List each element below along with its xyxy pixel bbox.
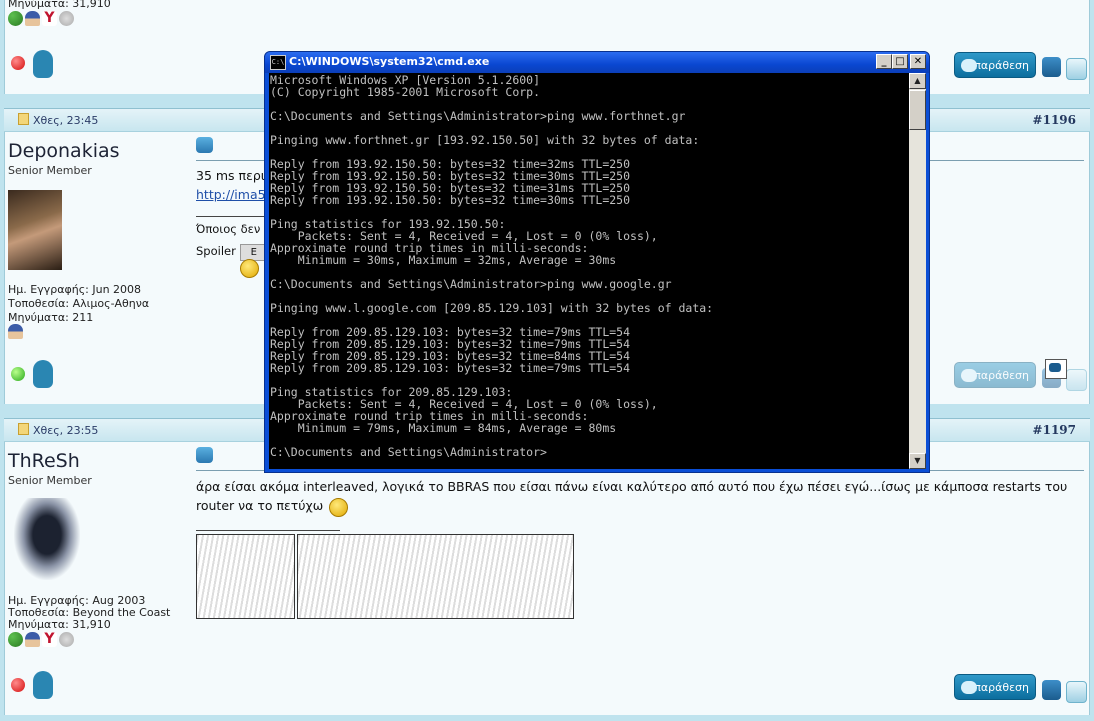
signature-image-right xyxy=(297,534,574,619)
post-date-text: Χθες, 23:45 xyxy=(33,114,99,127)
msn-icon[interactable] xyxy=(59,11,74,26)
post-message-text: άρα είσαι ακόμα interleaved, λογικά το B… xyxy=(196,479,1068,494)
cmd-window-title: C:\WINDOWS\system32\cmd.exe xyxy=(289,55,490,68)
post-number-link[interactable]: #1197 xyxy=(1033,423,1076,437)
scroll-thumb[interactable] xyxy=(909,90,926,130)
quick-reply-icon[interactable] xyxy=(1066,58,1087,80)
mascot-icon xyxy=(33,50,53,78)
spoiler-label: Spoiler xyxy=(196,244,236,258)
user-rank: Senior Member xyxy=(8,164,92,177)
post-date: Χθες, 23:45 xyxy=(18,113,98,127)
post-message-text: 35 ms περι xyxy=(196,168,265,183)
speech-bubble-icon xyxy=(1049,363,1061,372)
cmd-window[interactable]: C:\ C:\WINDOWS\system32\cmd.exe _ □ ✕ Mi… xyxy=(264,51,930,473)
signature-divider xyxy=(196,530,340,531)
cmd-titlebar[interactable]: C:\ C:\WINDOWS\system32\cmd.exe _ □ ✕ xyxy=(265,52,929,73)
contact-icons: Y xyxy=(8,632,76,648)
speech-bubble-icon xyxy=(961,369,977,382)
post-date: Χθες, 23:55 xyxy=(18,423,98,437)
quote-label: παράθεση xyxy=(974,681,1029,694)
post-message-text-line2: router να το πετύχω xyxy=(196,498,324,513)
scroll-up-icon[interactable]: ▲ xyxy=(909,73,926,89)
post-icon xyxy=(196,447,213,463)
yahoo-icon[interactable]: Y xyxy=(42,11,57,26)
quick-reply-icon[interactable] xyxy=(1066,681,1087,703)
mascot-icon xyxy=(33,360,53,388)
post-doc-icon xyxy=(18,113,29,125)
multiquote-icon[interactable] xyxy=(1042,680,1061,700)
minimize-button[interactable]: _ xyxy=(876,54,892,69)
yahoo-icon[interactable]: Y xyxy=(42,632,57,647)
maximize-button[interactable]: □ xyxy=(892,54,908,69)
console-text: Microsoft Windows XP [Version 5.1.2600] … xyxy=(270,73,714,459)
avatar[interactable] xyxy=(14,498,80,580)
multiquote-icon[interactable] xyxy=(1042,57,1061,77)
online-status-icon xyxy=(11,367,25,381)
offline-status-icon xyxy=(11,678,25,692)
reply-tooltip-icon[interactable] xyxy=(1045,359,1067,379)
quote-button[interactable]: παράθεση xyxy=(954,362,1036,388)
offline-status-icon xyxy=(11,56,25,70)
close-button[interactable]: ✕ xyxy=(910,54,926,69)
user-location: Τοποθεσία: Αλιμος-Αθηνα xyxy=(8,297,150,310)
aim-icon[interactable] xyxy=(25,632,40,647)
post-icon xyxy=(196,137,213,153)
user-rank: Senior Member xyxy=(8,474,92,487)
icq-icon[interactable] xyxy=(8,632,23,647)
post-message-link-wrap: http://ima5 xyxy=(196,185,266,204)
username-link[interactable]: ThReSh xyxy=(8,450,80,472)
msn-icon[interactable] xyxy=(59,632,74,647)
signature-text: Όποιος δεν xyxy=(196,222,261,236)
aim-icon[interactable] xyxy=(8,324,23,339)
console-output[interactable]: Microsoft Windows XP [Version 5.1.2600] … xyxy=(269,73,909,469)
user-post-count: Μηνύματα: 211 xyxy=(8,311,94,324)
image-link[interactable]: http://ima5 xyxy=(196,187,266,202)
user-post-count: Μηνύματα: 31,910 xyxy=(8,0,111,10)
aim-icon[interactable] xyxy=(25,11,40,26)
confused-smiley-icon xyxy=(329,498,348,517)
quick-reply-icon[interactable] xyxy=(1066,369,1087,391)
post-date-text: Χθες, 23:55 xyxy=(33,424,99,437)
quote-label: παράθεση xyxy=(974,369,1029,382)
vertical-scrollbar[interactable]: ▲ ▼ xyxy=(909,73,926,469)
avatar[interactable] xyxy=(8,190,62,270)
scroll-down-icon[interactable]: ▼ xyxy=(909,453,926,469)
mascot-icon xyxy=(33,671,53,699)
signature-image-left xyxy=(196,534,295,619)
post-number-link[interactable]: #1196 xyxy=(1033,113,1076,127)
contact-icons xyxy=(8,324,25,340)
contact-icons: Y xyxy=(8,11,76,27)
post-doc-icon xyxy=(18,423,29,435)
icq-icon[interactable] xyxy=(8,11,23,26)
spoiler-row: Spoiler E xyxy=(196,242,268,261)
quote-label: παράθεση xyxy=(974,59,1029,72)
speech-bubble-icon xyxy=(961,681,977,694)
username-link[interactable]: Deponakias xyxy=(8,140,120,162)
speech-bubble-icon xyxy=(961,59,977,72)
quote-button[interactable]: παράθεση xyxy=(954,674,1036,700)
user-join-date: Ημ. Εγγραφής: Jun 2008 xyxy=(8,283,142,296)
cmd-app-icon[interactable]: C:\ xyxy=(270,55,286,70)
quote-button[interactable]: παράθεση xyxy=(954,52,1036,78)
user-post-count: Μηνύματα: 31,910 xyxy=(8,618,111,631)
smiley-icon xyxy=(240,259,259,278)
